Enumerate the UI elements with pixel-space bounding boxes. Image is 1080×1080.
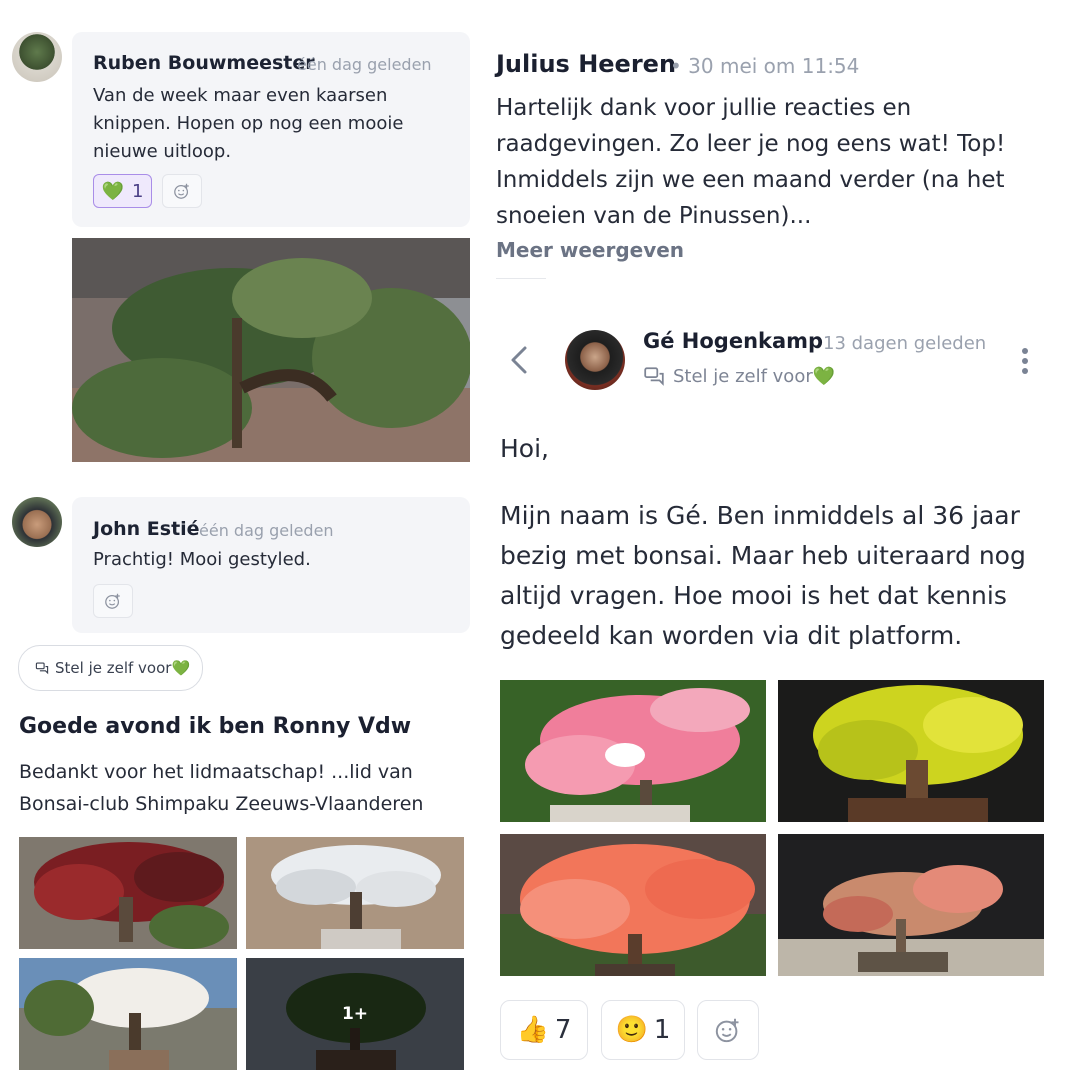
reaction-count: 1 bbox=[131, 180, 144, 202]
post-photo-white-bonsai[interactable] bbox=[246, 837, 464, 949]
pink-azalea-image bbox=[500, 680, 766, 822]
post-photo-yellow-maple[interactable] bbox=[778, 680, 1044, 822]
post-topic-tag[interactable]: Stel je zelf voor💚 bbox=[643, 365, 835, 387]
smile-icon: 🙂 bbox=[615, 1015, 648, 1045]
post-photo-blossom-bonsai[interactable] bbox=[19, 958, 237, 1070]
post-text: Hartelijk dank voor jullie reacties en r… bbox=[496, 95, 1006, 229]
post-text: Bedankt voor het lidmaatschap! ...lid va… bbox=[19, 761, 424, 815]
post-time: • 30 mei om 11:54 bbox=[670, 54, 860, 78]
orange-maple-image bbox=[500, 834, 766, 976]
post-text: Mijn naam is Gé. Ben inmiddels al 36 jaa… bbox=[500, 501, 1026, 650]
avatar-john[interactable] bbox=[12, 497, 62, 547]
post-topic-label: Stel je zelf voor💚 bbox=[673, 365, 836, 387]
chevron-left-icon bbox=[511, 346, 527, 374]
smiley-plus-icon bbox=[174, 183, 189, 199]
comment-time: één dag geleden bbox=[297, 55, 432, 74]
add-reaction-button[interactable] bbox=[93, 584, 133, 618]
topic-tag-label: Stel je zelf voor💚 bbox=[55, 659, 191, 677]
post-photo-red-tip-bonsai[interactable] bbox=[778, 834, 1044, 976]
white-bonsai-image bbox=[246, 837, 464, 949]
post-photo-orange-maple[interactable] bbox=[500, 834, 766, 976]
heart-reaction-button[interactable]: 💚 1 bbox=[93, 174, 152, 208]
post-photo-red-bonsai[interactable] bbox=[19, 837, 237, 949]
comment-time: één dag geleden bbox=[199, 521, 334, 540]
smile-reaction-button[interactable]: 🙂 1 bbox=[601, 1000, 685, 1060]
add-reaction-button[interactable] bbox=[162, 174, 202, 208]
post-title[interactable]: Goede avond ik ben Ronny Vdw bbox=[19, 714, 411, 739]
reaction-count: 1 bbox=[653, 1015, 671, 1045]
kebab-menu-icon bbox=[1022, 348, 1028, 374]
post-photo-pink-azalea[interactable] bbox=[500, 680, 766, 822]
red-bonsai-image bbox=[19, 837, 237, 949]
comment-text: Van de week maar even kaarsen knippen. H… bbox=[93, 85, 404, 162]
back-button[interactable] bbox=[506, 342, 532, 378]
add-reaction-button[interactable] bbox=[697, 1000, 759, 1060]
topic-tag-pill[interactable]: Stel je zelf voor💚 bbox=[18, 645, 203, 691]
smiley-plus-icon bbox=[715, 1018, 739, 1043]
pine-photo-image bbox=[72, 238, 470, 462]
red-tip-bonsai-image bbox=[778, 834, 1044, 976]
chat-bubbles-icon bbox=[644, 367, 664, 386]
post-time: 13 dagen geleden bbox=[823, 333, 987, 354]
yellow-maple-image bbox=[778, 680, 1044, 822]
smiley-plus-icon bbox=[105, 593, 120, 609]
comment-author[interactable]: Ruben Bouwmeester bbox=[93, 52, 315, 74]
avatar-ge[interactable] bbox=[565, 330, 625, 390]
post-options-button[interactable] bbox=[1015, 345, 1035, 377]
show-more-link[interactable]: Meer weergeven bbox=[496, 238, 684, 262]
blossom-bonsai-image bbox=[19, 958, 237, 1070]
avatar-ruben[interactable] bbox=[12, 32, 62, 82]
comment-photo-pine[interactable] bbox=[72, 238, 470, 462]
divider bbox=[496, 278, 546, 279]
thumbs-up-icon: 👍 bbox=[516, 1015, 549, 1045]
chat-bubbles-icon bbox=[35, 662, 49, 675]
post-author[interactable]: Gé Hogenkamp bbox=[643, 329, 823, 353]
post-greeting: Hoi, bbox=[500, 434, 549, 463]
comment-author[interactable]: John Estié bbox=[93, 518, 200, 540]
thumbs-up-reaction-button[interactable]: 👍 7 bbox=[500, 1000, 588, 1060]
comment-text: Prachtig! Mooi gestyled. bbox=[93, 549, 311, 570]
post-author[interactable]: Julius Heeren bbox=[496, 50, 676, 78]
more-photos-count: 1+ bbox=[246, 958, 464, 1070]
reaction-count: 7 bbox=[554, 1015, 572, 1045]
post-photo-more[interactable]: 1+ bbox=[246, 958, 464, 1070]
green-heart-icon: 💚 bbox=[101, 180, 124, 202]
